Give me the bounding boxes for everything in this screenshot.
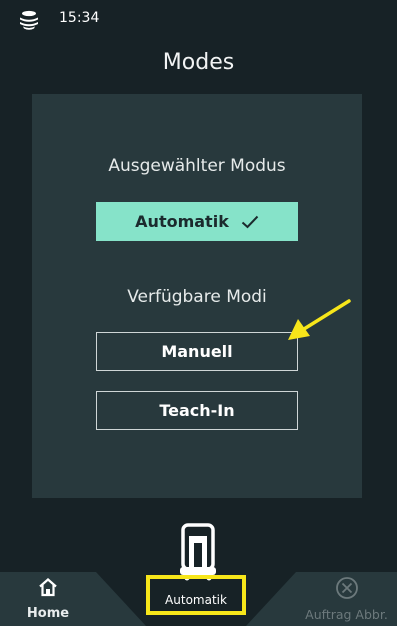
status-bar: 15:34 — [0, 0, 397, 40]
mode-button-teach-in[interactable]: Teach-In — [96, 391, 298, 430]
nav-abort-label: Auftrag Abbr. — [305, 607, 388, 622]
nav-mode-label: Automatik — [165, 593, 227, 607]
nav-home-label: Home — [26, 606, 70, 621]
nav-home[interactable]: Home — [18, 576, 78, 624]
page-title: Modes — [162, 50, 235, 75]
robot-icon — [180, 523, 216, 581]
nav-mode-tab[interactable]: Automatik — [146, 575, 246, 615]
selected-mode-label: Automatik — [135, 212, 229, 231]
nav-abort-order[interactable]: Auftrag Abbr. — [296, 576, 397, 624]
annotation-arrow-icon — [288, 299, 351, 340]
selected-mode-heading: Ausgewählter Modus — [108, 156, 286, 176]
cancel-circle-icon — [336, 577, 358, 599]
status-time: 15:34 — [59, 10, 100, 26]
stacked-discs-logo-icon — [20, 10, 38, 30]
home-icon — [39, 578, 57, 597]
check-icon — [241, 215, 259, 228]
selected-mode-button[interactable]: Automatik — [96, 202, 298, 241]
mode-button-manuell[interactable]: Manuell — [96, 332, 298, 371]
